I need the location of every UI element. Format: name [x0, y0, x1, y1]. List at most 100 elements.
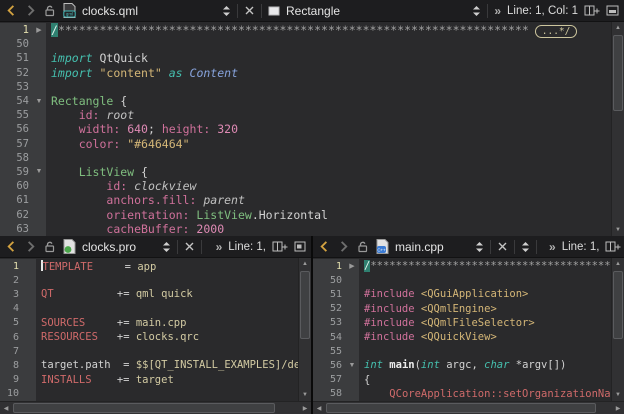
scroll-up-arrow[interactable]: ▲: [299, 258, 311, 270]
code-text: #include <QQmlFileSelector>: [359, 317, 611, 329]
horizontal-scrollbar[interactable]: ◀ ▶: [313, 401, 624, 414]
code-text: anchors.fill: parent: [46, 193, 611, 207]
back-button[interactable]: [318, 240, 331, 253]
line-number: 54: [313, 330, 345, 344]
scrollbar-thumb[interactable]: [613, 35, 623, 111]
lock-icon[interactable]: [43, 4, 57, 18]
code-text: color: "#646464": [46, 137, 611, 151]
fold-column: [22, 387, 36, 401]
overflow-chevron-icon[interactable]: »: [216, 240, 223, 254]
open-document-dropdown[interactable]: C++ main.cpp: [376, 239, 484, 254]
scrollbar-thumb[interactable]: [326, 403, 596, 413]
close-document-button[interactable]: [497, 241, 508, 252]
lock-icon[interactable]: [356, 240, 370, 254]
code-text: TEMPLATE = app: [36, 260, 298, 273]
code-editor-qml[interactable]: 1▶/*************************************…: [0, 22, 624, 236]
forward-button[interactable]: [24, 4, 37, 17]
code-text: QT += qml quick: [36, 288, 298, 300]
code-editor-cpp[interactable]: 1▶/*************************************…: [313, 258, 624, 401]
scrollbar-thumb[interactable]: [613, 271, 623, 339]
split-editor-button[interactable]: [272, 240, 288, 253]
split-editor-button[interactable]: [605, 240, 621, 253]
fold-marker-icon[interactable]: ▼: [32, 165, 46, 179]
split-editor-button[interactable]: [584, 4, 600, 17]
editor-toolbar-bottom-left: clocks.pro » Line: 1,: [0, 236, 311, 258]
overflow-chevron-icon[interactable]: »: [549, 240, 556, 254]
code-editor-window: qml clocks.qml Rectangle » Line: 1, Col:…: [0, 0, 624, 414]
overflow-chevron-icon[interactable]: »: [494, 4, 501, 18]
line-number: 10: [0, 387, 22, 401]
fold-column: [32, 122, 46, 136]
back-button[interactable]: [5, 240, 18, 253]
updown-arrows-icon: [162, 241, 171, 253]
cursor-position-label: Line: 1, Col: 1: [507, 5, 578, 17]
line-number: 60: [0, 179, 32, 193]
line-number: 61: [0, 193, 32, 207]
filename-label: clocks.pro: [82, 240, 136, 254]
close-document-button[interactable]: [244, 5, 255, 16]
fold-marker-icon[interactable]: ▼: [345, 358, 359, 372]
line-number: 56: [313, 358, 345, 372]
code-text: Rectangle {: [46, 94, 611, 108]
scroll-down-arrow[interactable]: ▼: [612, 389, 624, 401]
fold-column: [22, 373, 36, 387]
vertical-scrollbar[interactable]: ▲ ▼: [611, 258, 624, 401]
fold-column: [32, 80, 46, 94]
forward-button[interactable]: [337, 240, 350, 253]
horizontal-scrollbar[interactable]: ◀ ▶: [0, 401, 311, 414]
pro-file-icon: [63, 239, 76, 254]
code-editor-pro[interactable]: 1TEMPLATE = app23QT += qml quick45SOURCE…: [0, 258, 311, 401]
toolbar-separator: [487, 4, 488, 18]
scrollbar-thumb[interactable]: [300, 271, 310, 339]
code-line: 3 QT += qml quick: [0, 287, 298, 301]
filename-label: main.cpp: [395, 240, 444, 254]
fold-column: [32, 179, 46, 193]
vertical-scrollbar[interactable]: ▲ ▼: [611, 22, 624, 236]
line-number: 3: [0, 287, 22, 301]
close-split-button[interactable]: [294, 241, 306, 252]
cursor-position-label: Line: 1,: [562, 241, 600, 253]
back-button[interactable]: [5, 4, 18, 17]
code-line: 4: [0, 302, 298, 316]
code-text: #include <QGuiApplication>: [359, 288, 611, 300]
code-line: 52import "content" as Content: [0, 66, 611, 80]
svg-text:C++: C++: [377, 247, 386, 252]
fold-column: [32, 51, 46, 65]
fold-marker-icon[interactable]: ▶: [345, 259, 359, 273]
fold-marker-icon[interactable]: ▼: [32, 94, 46, 108]
cursor-position-label: Line: 1,: [228, 241, 266, 253]
symbol-outline-dropdown[interactable]: [521, 241, 530, 253]
fold-column: [22, 287, 36, 301]
updown-arrows-icon: [475, 241, 484, 253]
code-text: /***************************************…: [46, 23, 611, 38]
symbol-outline-dropdown[interactable]: Rectangle: [268, 4, 481, 18]
scrollbar-thumb[interactable]: [13, 403, 275, 413]
open-document-dropdown[interactable]: clocks.pro: [63, 239, 171, 254]
code-line: 53: [0, 80, 611, 94]
lock-icon[interactable]: [43, 240, 57, 254]
vertical-scrollbar[interactable]: ▲ ▼: [298, 258, 311, 401]
code-text: #include <QQmlEngine>: [359, 303, 611, 315]
close-split-button[interactable]: [606, 5, 619, 16]
open-document-dropdown[interactable]: qml clocks.qml: [63, 3, 231, 18]
line-number: 58: [0, 151, 32, 165]
scroll-right-arrow[interactable]: ▶: [612, 402, 624, 414]
forward-button[interactable]: [24, 240, 37, 253]
scroll-left-arrow[interactable]: ◀: [0, 402, 12, 414]
line-number: 2: [0, 273, 22, 287]
scroll-right-arrow[interactable]: ▶: [299, 402, 311, 414]
scroll-up-arrow[interactable]: ▲: [612, 258, 624, 270]
scroll-up-arrow[interactable]: ▲: [612, 22, 624, 34]
scroll-left-arrow[interactable]: ◀: [313, 402, 325, 414]
close-document-button[interactable]: [184, 241, 195, 252]
scroll-down-arrow[interactable]: ▼: [299, 389, 311, 401]
outline-symbol-label: Rectangle: [286, 4, 340, 18]
code-line: 54#include <QQuickView>: [313, 330, 611, 344]
updown-arrows-icon: [222, 5, 231, 17]
line-number: 5: [0, 316, 22, 330]
code-line: 58: [0, 151, 611, 165]
fold-marker-icon[interactable]: ▶: [32, 23, 46, 37]
scroll-down-arrow[interactable]: ▼: [612, 224, 624, 236]
line-number: 53: [313, 316, 345, 330]
line-number: 9: [0, 373, 22, 387]
